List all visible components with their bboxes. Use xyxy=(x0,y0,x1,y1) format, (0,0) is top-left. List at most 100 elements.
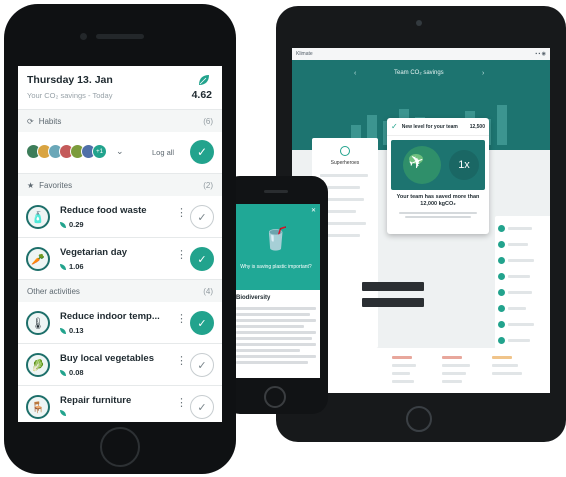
star-icon: ★ xyxy=(27,180,35,190)
footer-link[interactable] xyxy=(492,364,518,367)
log-button[interactable]: ✓ xyxy=(190,311,214,335)
item-title: Reduce food waste xyxy=(60,205,147,216)
activity-icon xyxy=(498,336,505,344)
more-options-icon[interactable]: ⋮ xyxy=(176,398,187,409)
tablet-next-icon[interactable]: › xyxy=(482,70,484,77)
log-button[interactable]: ✓ xyxy=(190,395,214,419)
small-phone-screen: ✕ 🥤 Why is saving plastic important? Bio… xyxy=(232,204,320,378)
small-phone-device: ✕ 🥤 Why is saving plastic important? Bio… xyxy=(224,176,328,414)
refresh-icon: ⟳ xyxy=(27,116,34,126)
cups-icon: 🥤 xyxy=(262,226,290,251)
check-icon: ✓ xyxy=(391,122,398,131)
list-item[interactable]: 🪑 Repair furniture ⋮ ✓ xyxy=(18,386,222,422)
text-placeholder xyxy=(399,212,477,214)
item-title: Buy local vegetables xyxy=(60,353,154,364)
item-value: 0.29 xyxy=(60,220,84,229)
activity-row[interactable] xyxy=(498,270,548,282)
main-phone-home-button[interactable] xyxy=(100,427,140,467)
favorites-section-header[interactable]: ★ Favorites (2) xyxy=(18,174,222,196)
item-value: 0.08 xyxy=(60,368,84,377)
log-all-button[interactable]: ✓ xyxy=(190,140,214,164)
text-placeholder xyxy=(508,226,532,230)
text-placeholder xyxy=(236,319,316,322)
other-activities-section-header[interactable]: Other activities (4) xyxy=(18,280,222,302)
activity-row[interactable] xyxy=(498,302,548,314)
list-item[interactable]: 🥕 Vegetarian day 1.06 ⋮ ✓ xyxy=(18,238,222,280)
footer-link[interactable] xyxy=(392,372,410,375)
level-up-modal: ✓ New level for your team 12,500 ✈ 1x Yo… xyxy=(387,118,489,234)
item-value-text: 0.08 xyxy=(69,368,84,377)
favorites-count: (2) xyxy=(203,180,213,190)
text-placeholder xyxy=(236,313,310,316)
tablet-home-button[interactable] xyxy=(406,406,432,432)
tablet-team-title: Superheroes xyxy=(330,160,360,166)
text-placeholder xyxy=(508,274,530,278)
text-placeholder xyxy=(508,306,526,310)
habit-avatars[interactable]: +1 xyxy=(26,144,107,159)
leaf-icon xyxy=(60,369,66,376)
activity-row[interactable] xyxy=(498,318,548,330)
activity-row[interactable] xyxy=(498,254,548,266)
bottle-icon: 🧴 xyxy=(26,205,50,229)
leaf-icon xyxy=(199,75,209,85)
modal-subtext xyxy=(387,208,489,222)
item-value-text: 0.13 xyxy=(69,326,84,335)
small-phone-home-button[interactable] xyxy=(264,386,286,408)
modal-badge-text: New level for your team xyxy=(401,123,458,130)
footer-link[interactable] xyxy=(442,364,470,367)
list-item[interactable]: 🧴 Reduce food waste 0.29 ⋮ ✓ xyxy=(18,196,222,238)
more-options-icon[interactable]: ⋮ xyxy=(176,250,187,261)
chevron-down-icon[interactable]: ⌄ xyxy=(116,146,124,157)
text-placeholder xyxy=(236,343,316,346)
text-placeholder xyxy=(236,361,308,364)
other-activities-label: Other activities xyxy=(27,286,80,296)
section-heading: Biodiversity xyxy=(236,295,271,301)
footer-link[interactable] xyxy=(492,372,522,375)
leaf-icon xyxy=(60,263,66,270)
text-placeholder xyxy=(236,331,316,334)
activity-icon xyxy=(498,288,505,296)
activity-icon xyxy=(498,224,505,232)
activity-icon xyxy=(498,256,505,264)
list-item[interactable]: 🌡 Reduce indoor temp... 0.13 ⋮ ✓ xyxy=(18,302,222,344)
activity-row[interactable] xyxy=(498,286,548,298)
check-icon: ✓ xyxy=(197,211,207,224)
thermometer-icon: 🌡 xyxy=(26,311,50,335)
activity-row[interactable] xyxy=(498,238,548,250)
tablet-camera xyxy=(416,20,422,26)
leaf-icon xyxy=(60,410,66,416)
check-icon: ✓ xyxy=(197,359,207,372)
leaf-icon xyxy=(60,327,66,334)
double-check-icon: ✓ xyxy=(196,145,208,159)
modal-number: 12,500 xyxy=(469,123,485,130)
item-value xyxy=(60,410,69,416)
activity-row[interactable] xyxy=(498,222,548,234)
more-options-icon[interactable]: ⋮ xyxy=(176,356,187,367)
log-button[interactable]: ✓ xyxy=(190,353,214,377)
log-button[interactable]: ✓ xyxy=(190,205,214,229)
footer-heading xyxy=(392,356,412,359)
habits-section-header[interactable]: ⟳ Habits (6) xyxy=(18,110,222,132)
log-button[interactable]: ✓ xyxy=(190,247,214,271)
activity-row[interactable] xyxy=(498,334,548,346)
more-options-icon[interactable]: ⋮ xyxy=(176,314,187,325)
text-placeholder xyxy=(320,174,368,177)
footer-link[interactable] xyxy=(392,380,414,383)
footer-link[interactable] xyxy=(442,380,462,383)
footer-link[interactable] xyxy=(392,364,416,367)
text-placeholder xyxy=(236,349,300,352)
item-title: Reduce indoor temp... xyxy=(60,311,160,322)
main-phone-camera xyxy=(80,33,87,40)
item-value: 1.06 xyxy=(60,262,84,271)
close-icon[interactable]: ✕ xyxy=(311,207,316,214)
date-title: Thursday 13. Jan xyxy=(27,74,113,86)
more-options-icon[interactable]: ⋮ xyxy=(176,208,187,219)
habits-row: +1 ⌄ Log all ✓ xyxy=(18,132,222,174)
carrot-icon: 🥕 xyxy=(26,247,50,271)
log-all-label[interactable]: Log all xyxy=(152,148,174,157)
main-phone-screen: Thursday 13. Jan Your CO₂ savings - Toda… xyxy=(18,66,222,422)
footer-link[interactable] xyxy=(442,372,466,375)
activity-icon xyxy=(498,304,505,312)
list-item[interactable]: 🥬 Buy local vegetables 0.08 ⋮ ✓ xyxy=(18,344,222,386)
tablet-prev-icon[interactable]: ‹ xyxy=(354,70,356,77)
